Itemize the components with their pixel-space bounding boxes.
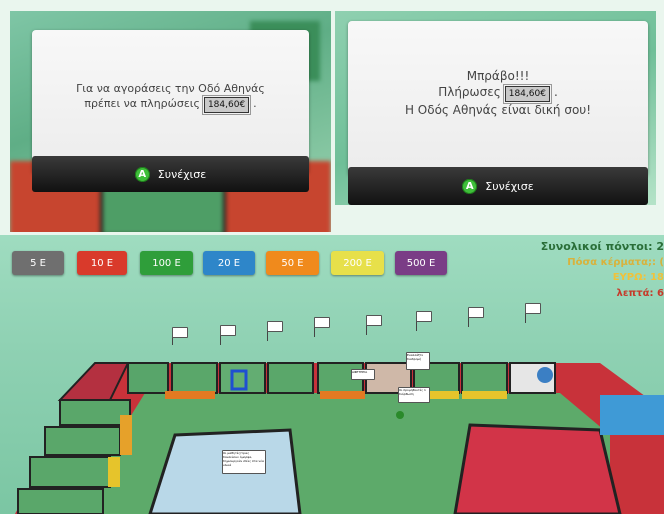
congrats-text: Μπράβο!!! <box>466 69 530 83</box>
card-deck-right <box>453 423 622 514</box>
sign-pole <box>366 325 367 335</box>
card-text-bubble: Οι μαθητές/τριες δουλεύουν όμορφα, δημιο… <box>222 450 266 474</box>
bought-dialog: Μπράβο!!! Πλήρωσες 184,60€. Η Οδός Αθηνάς… <box>348 21 648 176</box>
sign-pole <box>468 317 469 327</box>
right-corner-tile <box>600 395 664 435</box>
a-button-icon: A <box>134 166 150 182</box>
board-speech-bubble: Εναλλάξτε διαδρομή <box>406 352 430 370</box>
sign-pole <box>416 321 417 331</box>
player-marker <box>396 411 404 419</box>
buy-prompt-screenshot: Για να αγοράσεις την Οδό Αθηνάς πρέπει ν… <box>10 11 331 232</box>
sign-bubble <box>267 321 283 332</box>
game-board-screenshot: 5 Ε 10 Ε 100 Ε 20 Ε 50 Ε 200 Ε 500 Ε Συν… <box>0 235 664 514</box>
bought-message-suffix: . <box>553 85 558 99</box>
board-speech-bubble: ΑΦΕΤΗΡΙΑ <box>351 369 375 380</box>
top-row-tiles <box>127 362 556 399</box>
board-speech-bubble: Οι προμηθευτές 1 διόρθωση <box>398 387 430 403</box>
buy-message-line2: πρέπει να πληρώσεις 184,60€. <box>32 95 309 115</box>
bought-message-prefix: Πλήρωσες <box>438 85 501 99</box>
price-badge: 184,60€ <box>201 95 252 115</box>
sign-pole <box>314 327 315 337</box>
sign-bubble <box>172 327 188 338</box>
continue-label: Συνέχισε <box>485 179 534 193</box>
buy-message-suffix: . <box>253 97 257 110</box>
sign-bubble <box>366 315 382 326</box>
continue-button[interactable]: A Συνέχισε <box>32 156 309 192</box>
continue-button[interactable]: A Συνέχισε <box>348 167 648 205</box>
price-badge: 184,60€ <box>502 84 552 104</box>
game-board <box>15 362 664 514</box>
buy-message-prefix: πρέπει να πληρώσεις <box>84 97 200 110</box>
sign-pole <box>267 331 268 341</box>
a-button-icon: A <box>462 178 478 194</box>
continue-label: Συνέχισε <box>157 167 207 181</box>
sign-bubble <box>468 307 484 318</box>
ownership-message: Η Οδός Αθηνάς είναι δική σου! <box>404 103 592 117</box>
sign-pole <box>525 313 526 323</box>
bought-confirmation-screenshot: Μπράβο!!! Πλήρωσες 184,60€. Η Οδός Αθηνάς… <box>335 11 656 205</box>
sign-bubble <box>416 311 432 322</box>
sign-bubble <box>314 317 330 328</box>
sign-pole <box>220 335 221 345</box>
sign-bubble <box>525 303 541 314</box>
buy-dialog: Για να αγοράσεις την Οδό Αθηνάς πρέπει ν… <box>32 30 309 174</box>
bought-message-line2: Πλήρωσες 184,60€. <box>348 84 648 104</box>
sign-bubble <box>220 325 236 336</box>
player-token <box>537 367 553 383</box>
buy-message-line1: Για να αγοράσεις την Οδό Αθηνάς <box>76 82 265 95</box>
